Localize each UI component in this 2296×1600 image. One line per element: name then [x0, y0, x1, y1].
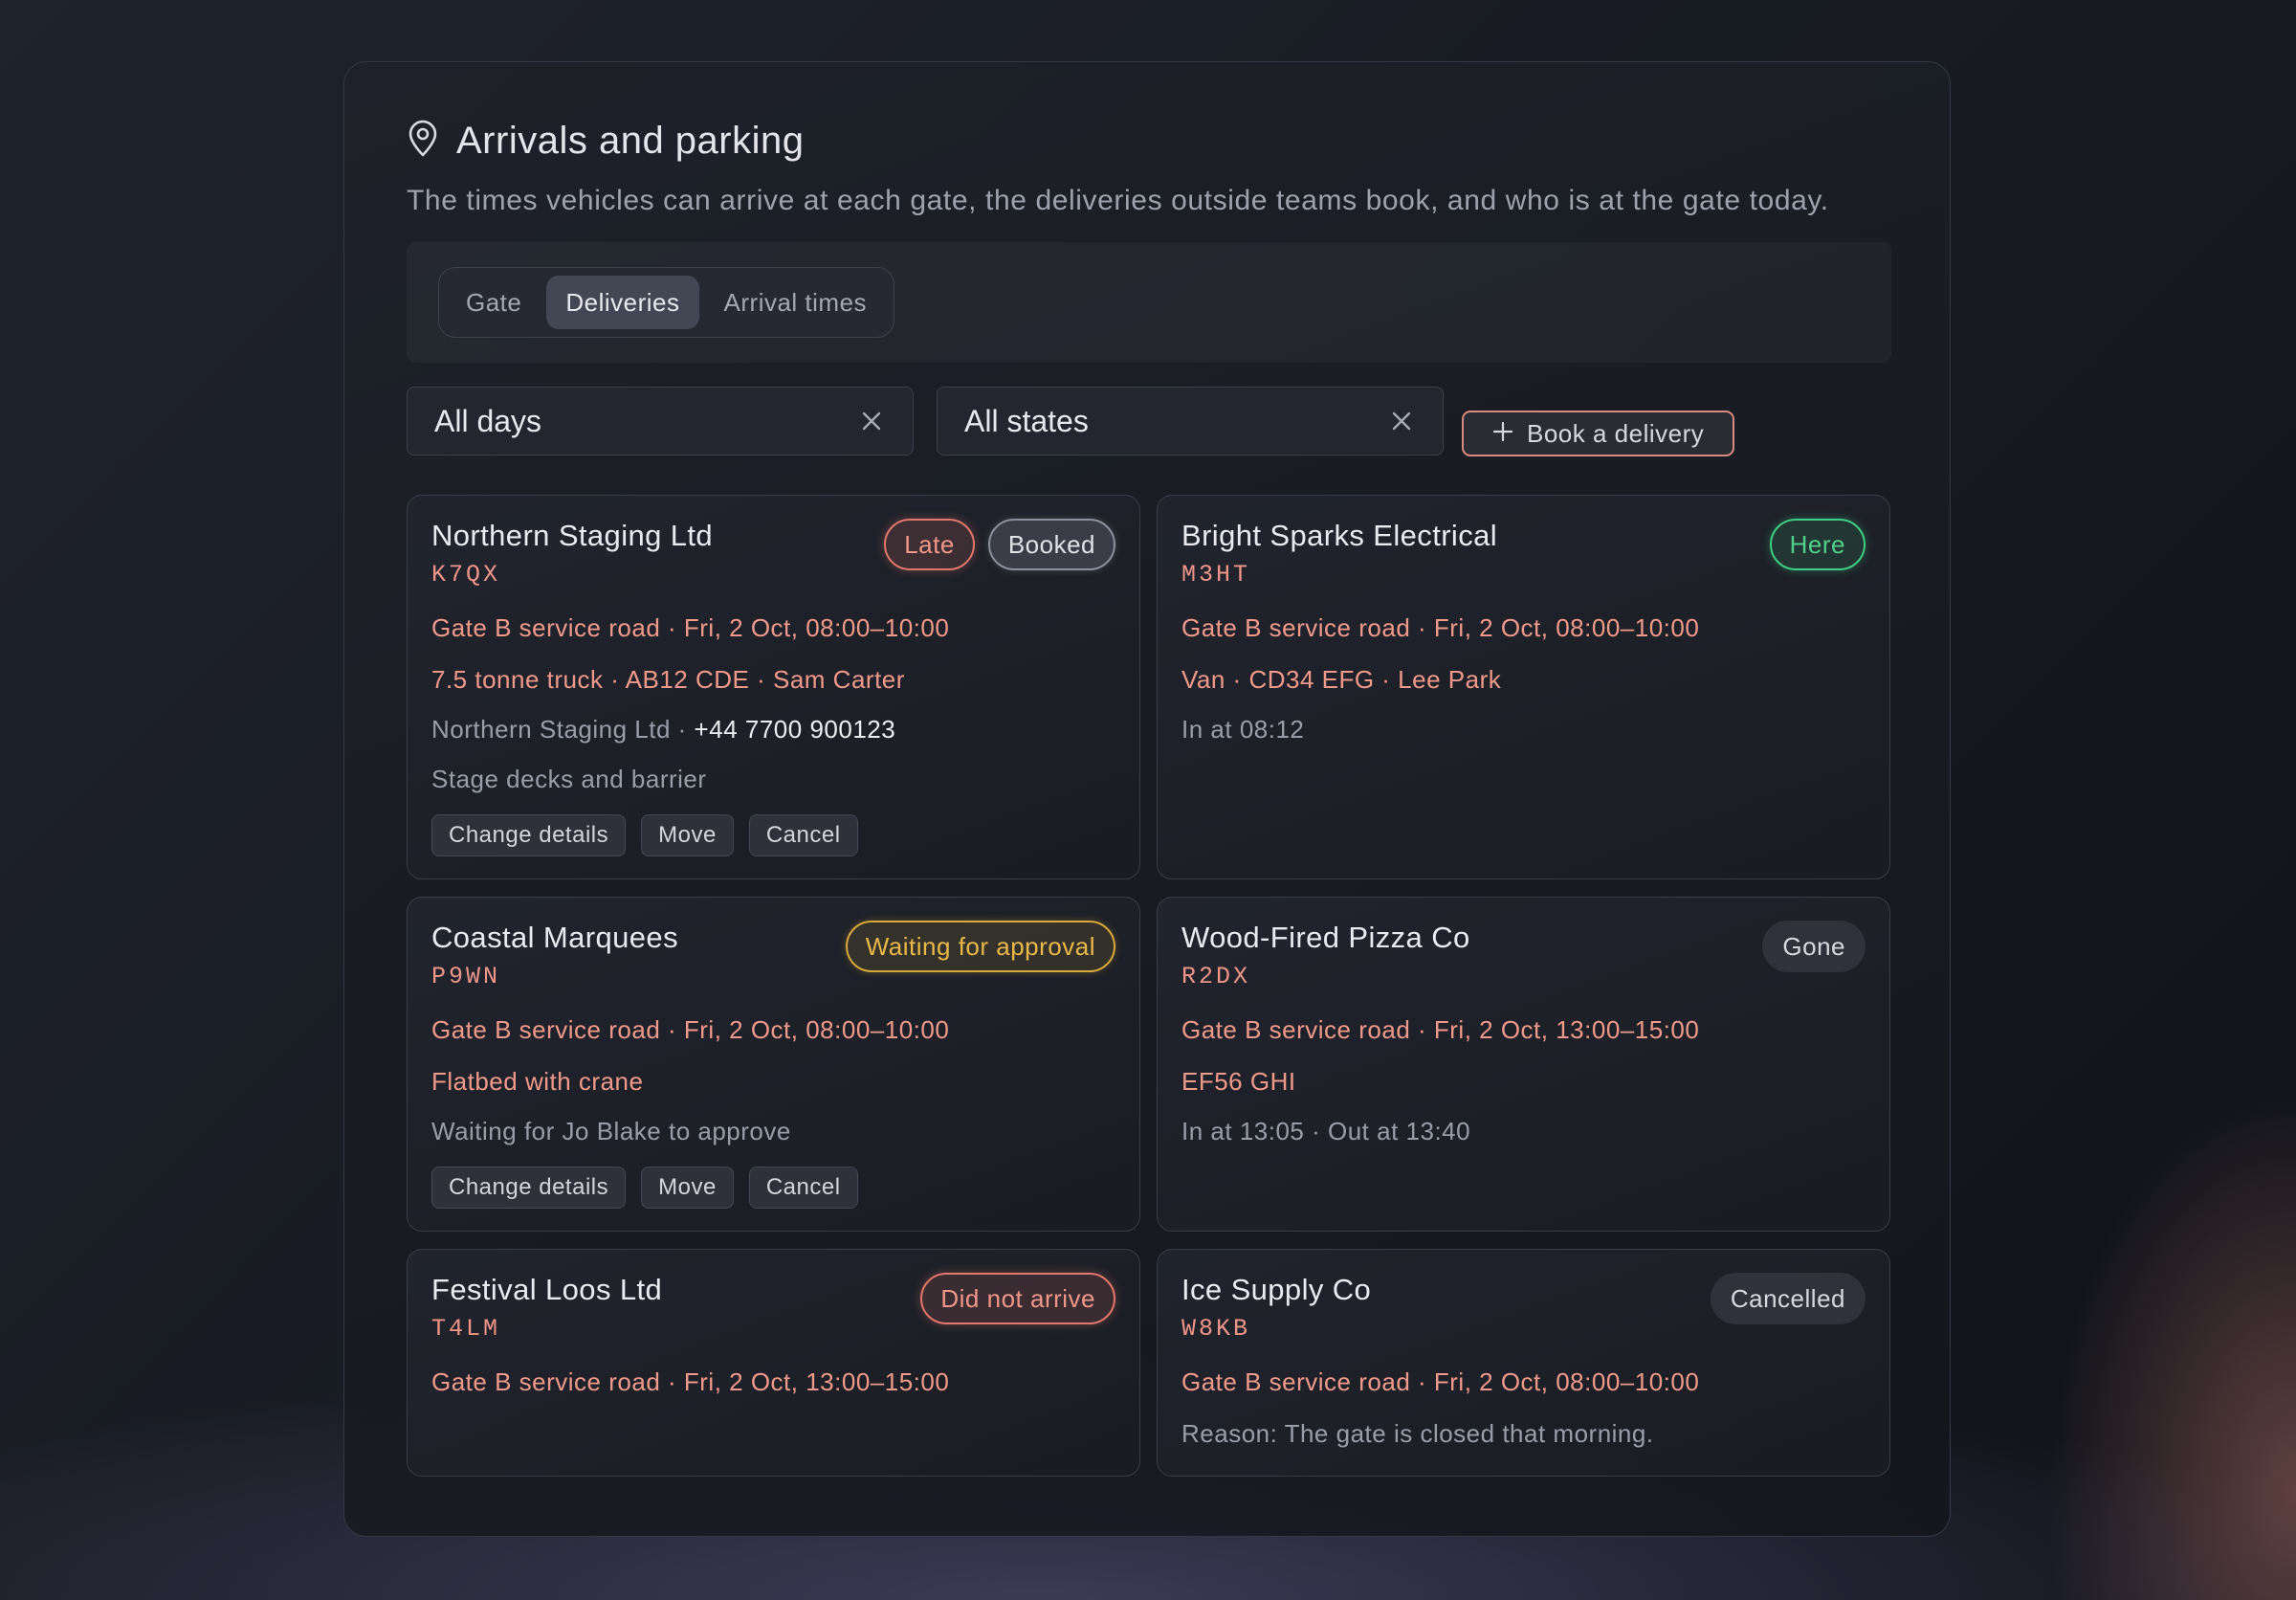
tab-arrival-times[interactable]: Arrival times	[705, 276, 887, 329]
map-pin-icon	[407, 120, 439, 163]
slot-text: Gate B service road · Fri, 2 Oct, 08:00–…	[1181, 613, 1700, 642]
status-badges: Late Booked	[884, 519, 1115, 570]
tab-group: Gate Deliveries Arrival times	[438, 267, 895, 338]
close-icon[interactable]	[1387, 407, 1416, 435]
tab-strip: Gate Deliveries Arrival times	[407, 242, 1891, 363]
status-badge-cancelled: Cancelled	[1710, 1273, 1866, 1324]
company-name: Bright Sparks Electrical	[1181, 519, 1498, 552]
state-filter-value: All states	[964, 403, 1089, 438]
status-badge-did-not-arrive: Did not arrive	[920, 1273, 1115, 1324]
delivery-card-festival-loos: Festival Loos Ltd T4LM Did not arrive Ga…	[407, 1249, 1140, 1477]
booking-code: P9WN	[431, 963, 501, 990]
slot-text: Gate B service road · Fri, 2 Oct, 08:00–…	[431, 613, 950, 642]
booking-code: T4LM	[431, 1315, 501, 1343]
delivery-card-northern-staging: Northern Staging Ltd K7QX Late Booked Ga…	[407, 495, 1140, 879]
move-button[interactable]: Move	[641, 814, 734, 856]
status-badges: Gone	[1762, 921, 1866, 972]
booking-code: K7QX	[431, 561, 501, 589]
vehicle-text: 7.5 tonne truck · AB12 CDE · Sam Carter	[431, 665, 905, 694]
state-filter-select[interactable]: All states	[937, 387, 1444, 456]
slot-text: Gate B service road · Fri, 2 Oct, 08:00–…	[1181, 1367, 1700, 1396]
status-badge-here: Here	[1769, 519, 1866, 570]
company-name: Festival Loos Ltd	[431, 1273, 663, 1306]
note-text: In at 13:05 · Out at 13:40	[1181, 1117, 1471, 1145]
page-subtitle: The times vehicles can arrive at each ga…	[407, 185, 1829, 216]
company-name: Northern Staging Ltd	[431, 519, 714, 552]
slot-text: Gate B service road · Fri, 2 Oct, 13:00–…	[431, 1367, 950, 1396]
status-badges: Waiting for approval	[845, 921, 1115, 972]
card-actions: Change details Move Cancel	[431, 1167, 858, 1209]
slot-text: Gate B service road · Fri, 2 Oct, 13:00–…	[1181, 1015, 1700, 1044]
header: Arrivals and parking	[407, 120, 805, 163]
company-name: Coastal Marquees	[431, 921, 678, 954]
delivery-card-wood-fired-pizza: Wood-Fired Pizza Co R2DX Gone Gate B ser…	[1157, 897, 1890, 1232]
note-text: Waiting for Jo Blake to approve	[431, 1117, 791, 1145]
book-delivery-label: Book a delivery	[1527, 418, 1705, 448]
status-badge-waiting: Waiting for approval	[845, 921, 1115, 972]
change-details-button[interactable]: Change details	[431, 1167, 627, 1209]
vehicle-text: Van · CD34 EFG · Lee Park	[1181, 665, 1502, 694]
page-title: Arrivals and parking	[456, 120, 805, 162]
vehicle-text: Flatbed with crane	[431, 1067, 644, 1096]
vehicle-text: EF56 GHI	[1181, 1067, 1296, 1096]
cancel-button[interactable]: Cancel	[748, 814, 858, 856]
close-icon[interactable]	[857, 407, 886, 435]
delivery-card-bright-sparks: Bright Sparks Electrical M3HT Here Gate …	[1157, 495, 1890, 879]
day-filter-value: All days	[434, 403, 542, 438]
contact-company: Northern Staging Ltd ·	[431, 715, 695, 744]
day-filter-select[interactable]: All days	[407, 387, 914, 456]
note-text: In at 08:12	[1181, 715, 1305, 744]
booking-code: M3HT	[1181, 561, 1251, 589]
company-name: Ice Supply Co	[1181, 1273, 1372, 1306]
status-badge-late: Late	[884, 519, 975, 570]
booking-code: W8KB	[1181, 1315, 1251, 1343]
book-delivery-button[interactable]: Book a delivery	[1462, 411, 1735, 456]
card-actions: Change details Move Cancel	[431, 814, 858, 856]
plus-icon	[1492, 419, 1513, 449]
contact-line: Northern Staging Ltd · +44 7700 900123	[431, 715, 895, 744]
status-badges: Did not arrive	[920, 1273, 1115, 1324]
status-badge-gone: Gone	[1762, 921, 1866, 972]
tab-deliveries[interactable]: Deliveries	[546, 276, 699, 329]
status-badge-booked: Booked	[987, 519, 1115, 570]
company-name: Wood-Fired Pizza Co	[1181, 921, 1470, 954]
delivery-card-coastal-marquees: Coastal Marquees P9WN Waiting for approv…	[407, 897, 1140, 1232]
cancel-button[interactable]: Cancel	[748, 1167, 858, 1209]
arrivals-panel: Arrivals and parking The times vehicles …	[343, 61, 1951, 1537]
slot-text: Gate B service road · Fri, 2 Oct, 08:00–…	[431, 1015, 950, 1044]
contact-phone: +44 7700 900123	[694, 715, 896, 744]
tab-gate[interactable]: Gate	[447, 276, 541, 329]
booking-code: R2DX	[1181, 963, 1251, 990]
note-text: Stage decks and barrier	[431, 765, 707, 793]
move-button[interactable]: Move	[641, 1167, 734, 1209]
change-details-button[interactable]: Change details	[431, 814, 627, 856]
status-badges: Here	[1769, 519, 1866, 570]
delivery-card-ice-supply: Ice Supply Co W8KB Cancelled Gate B serv…	[1157, 1249, 1890, 1477]
status-badges: Cancelled	[1710, 1273, 1866, 1324]
note-text: Reason: The gate is closed that morning.	[1181, 1419, 1654, 1448]
